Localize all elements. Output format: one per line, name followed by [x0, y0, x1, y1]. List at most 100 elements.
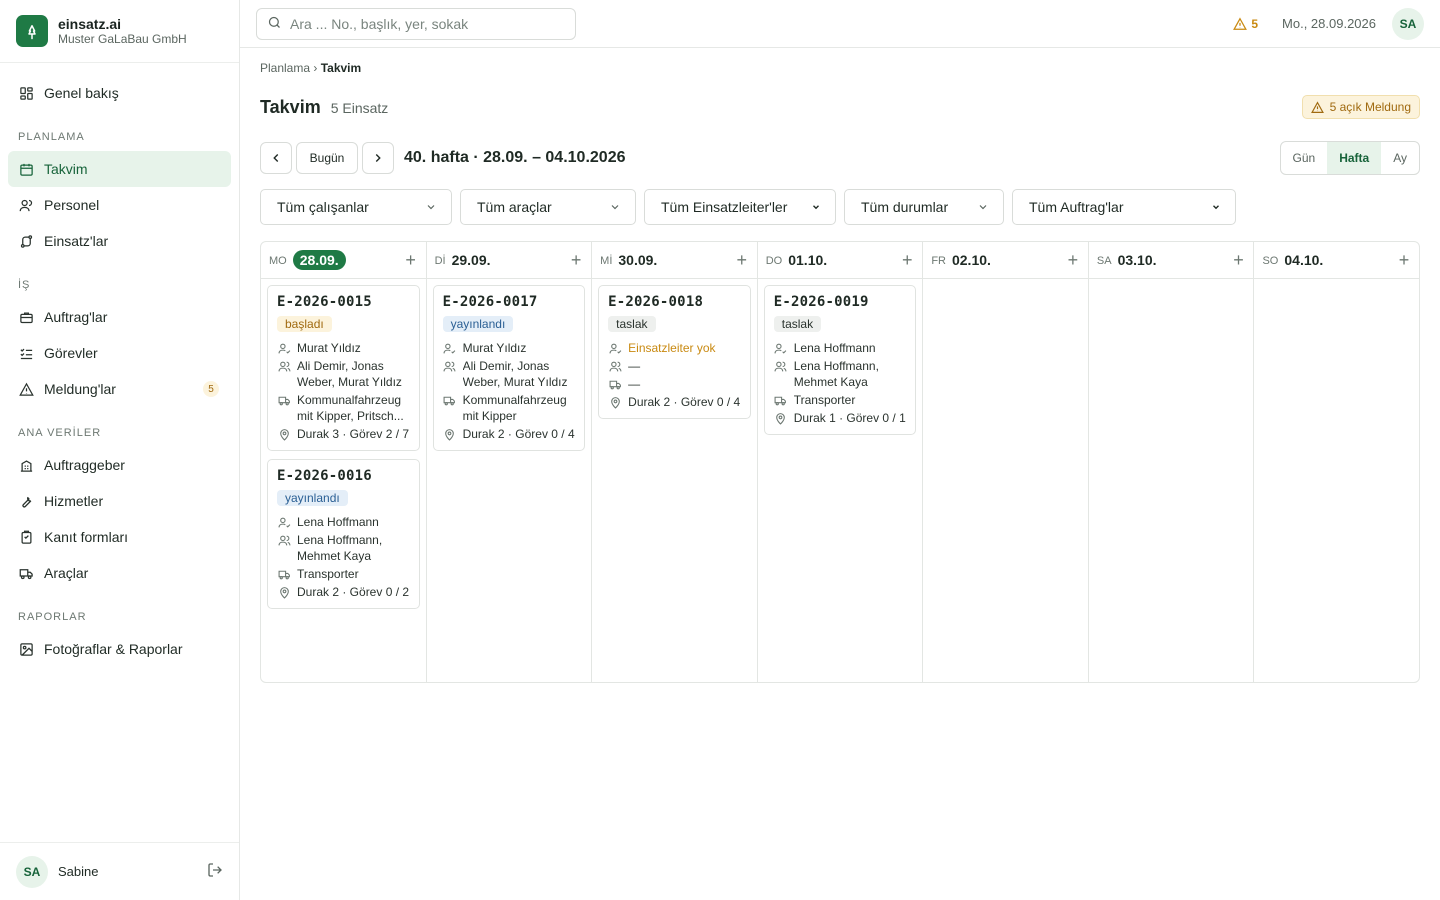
view-week-button[interactable]: Hafta: [1327, 142, 1382, 174]
einsatz-vehicle: Transporter: [297, 567, 359, 581]
order-filter[interactable]: Tüm Auftrag'lar: [1012, 189, 1236, 225]
search-box[interactable]: [256, 7, 576, 40]
nav-item-calendar[interactable]: Takvim: [8, 151, 231, 187]
chevron-right-icon: [375, 154, 381, 162]
wrench-icon: [18, 493, 34, 509]
nav-item-einsatze[interactable]: Einsatz'lar: [8, 223, 231, 259]
alerts-button[interactable]: 5: [1233, 17, 1258, 31]
map-pin-icon: [277, 585, 291, 599]
open-meldung-badge[interactable]: 5 açık Meldung: [1301, 95, 1420, 119]
day-column-sun: SO 04.10. +: [1254, 242, 1419, 682]
prev-week-button[interactable]: [260, 142, 292, 174]
nav-item-photos-reports[interactable]: Fotoğraflar & Raporlar: [8, 631, 231, 667]
einsatz-leader: Lena Hoffmann: [793, 341, 876, 355]
nav-item-proof-forms[interactable]: Kanıt formları: [8, 519, 231, 555]
day-header: Mİ 30.09. +: [592, 242, 757, 279]
einsatz-stops: Durak 1 · Görev 0 / 1: [793, 411, 906, 425]
company-name: Muster GaLaBau GmbH: [58, 31, 187, 46]
einsatz-id: E-2026-0016: [277, 468, 372, 484]
warning-icon: [1233, 16, 1248, 30]
status-filter[interactable]: Tüm durumlar: [844, 189, 1004, 225]
sidebar: einsatz.ai Muster GaLaBau GmbH Genel bak…: [0, 0, 240, 900]
add-einsatz-button[interactable]: +: [1066, 251, 1080, 269]
view-day-button[interactable]: Gün: [1281, 142, 1328, 174]
nav-item-personnel[interactable]: Personel: [8, 187, 231, 223]
next-week-button[interactable]: [362, 142, 394, 174]
nav-item-meldungen[interactable]: Meldung'lar 5: [8, 371, 231, 407]
day-header: MO 28.09. +: [261, 242, 426, 279]
chevron-down-icon: [611, 205, 619, 210]
breadcrumb-parent[interactable]: Planlama: [260, 61, 310, 75]
add-einsatz-button[interactable]: +: [1231, 251, 1245, 269]
einsatz-stops: Durak 2 · Görev 0 / 2: [297, 585, 410, 599]
status-badge: yayınlandı: [277, 490, 348, 506]
einsatz-card[interactable]: E-2026-0016 yayınlandı Lena Hoffmann Len…: [267, 459, 420, 609]
breadcrumb-current: Takvim: [320, 61, 362, 75]
truck-icon: [277, 393, 291, 407]
truck-icon: [443, 393, 457, 407]
main-content: Planlama › Takvim Takvim 5 Einsatz 5 açı…: [260, 48, 1420, 683]
employee-filter[interactable]: Tüm çalışanlar: [260, 189, 452, 225]
day-header: SA 03.10. +: [1088, 242, 1254, 279]
image-icon: [18, 641, 34, 657]
calendar-icon: [18, 161, 34, 177]
einsatz-team: Lena Hoffmann, Mehmet Kaya: [793, 359, 879, 389]
einsatz-id: E-2026-0017: [442, 294, 538, 310]
status-badge: taslak: [608, 316, 656, 332]
search-input[interactable]: [290, 15, 565, 32]
avatar[interactable]: SA: [1392, 7, 1424, 40]
nav-item-clients[interactable]: Auftraggeber: [8, 447, 231, 483]
nav-item-tasks[interactable]: Görevler: [8, 335, 231, 371]
einsatz-card[interactable]: E-2026-0018 taslak Einsatzleiter yok — —…: [598, 285, 751, 419]
day-column-thu: DO 01.10. + E-2026-0019 taslak Lena Hoff…: [757, 242, 924, 682]
nav-item-overview[interactable]: Genel bakış: [8, 75, 231, 111]
chevron-left-icon: [273, 154, 279, 162]
view-month-button[interactable]: Ay: [1381, 142, 1419, 174]
day-column-mon: MO 28.09. + E-2026-0015 başladı Murat Yı…: [261, 242, 427, 682]
chevron-down-icon: [1213, 205, 1219, 210]
einsatz-team: —: [628, 359, 641, 373]
day-date: 01.10.: [788, 252, 828, 268]
add-einsatz-button[interactable]: +: [404, 251, 418, 269]
vehicle-filter[interactable]: Tüm araçlar: [460, 189, 636, 225]
section-planning: PLANLAMA: [18, 131, 85, 143]
einsatz-stops: Durak 2 · Görev 0 / 4: [628, 395, 741, 409]
add-einsatz-button[interactable]: +: [735, 251, 749, 269]
avatar[interactable]: SA: [16, 855, 48, 888]
filter-value: Tüm araçlar: [477, 199, 552, 215]
nav-item-auftrage[interactable]: Auftrag'lar: [8, 299, 231, 335]
today-button[interactable]: Bugün: [296, 142, 358, 174]
nav-label: Fotoğraflar & Raporlar: [44, 641, 183, 657]
user-check-icon: [774, 341, 788, 355]
tree-logo-icon: [16, 15, 48, 47]
day-of-week: SO: [1262, 255, 1279, 267]
nav-label: Takvim: [44, 161, 88, 177]
day-header: FR 02.10. +: [923, 242, 1088, 279]
nav-item-vehicles[interactable]: Araçlar: [8, 555, 231, 591]
search-icon: [267, 15, 282, 33]
chevron-down-icon: [813, 205, 819, 210]
filter-value: Tüm durumlar: [861, 199, 949, 215]
logout-icon[interactable]: [207, 862, 223, 881]
add-einsatz-button[interactable]: +: [900, 251, 914, 269]
add-einsatz-button[interactable]: +: [569, 251, 583, 269]
section-master-data: ANA VERİLER: [18, 427, 102, 439]
clipboard-icon: [18, 529, 34, 545]
add-einsatz-button[interactable]: +: [1397, 251, 1411, 269]
route-icon: [18, 233, 34, 249]
map-pin-icon: [443, 427, 457, 441]
einsatz-card[interactable]: E-2026-0017 yayınlandı Murat Yıldız Ali …: [432, 285, 586, 451]
einsatz-card[interactable]: E-2026-0015 başladı Murat Yıldız Ali Dem…: [267, 285, 420, 451]
day-date: 04.10.: [1284, 252, 1324, 268]
nav-item-services[interactable]: Hizmetler: [8, 483, 231, 519]
einsatz-card[interactable]: E-2026-0019 taslak Lena Hoffmann Lena Ho…: [763, 285, 917, 435]
truck-icon: [608, 377, 622, 391]
day-date: 30.09.: [618, 252, 658, 268]
leader-filter[interactable]: Tüm Einsatzleiter'ler: [644, 189, 836, 225]
status-badge: taslak: [773, 316, 822, 332]
brand[interactable]: einsatz.ai Muster GaLaBau GmbH: [0, 0, 239, 63]
day-header: DO 01.10. +: [757, 242, 923, 279]
users-icon: [443, 359, 457, 373]
truck-icon: [774, 393, 788, 407]
einsatz-vehicle: Transporter: [793, 393, 856, 407]
